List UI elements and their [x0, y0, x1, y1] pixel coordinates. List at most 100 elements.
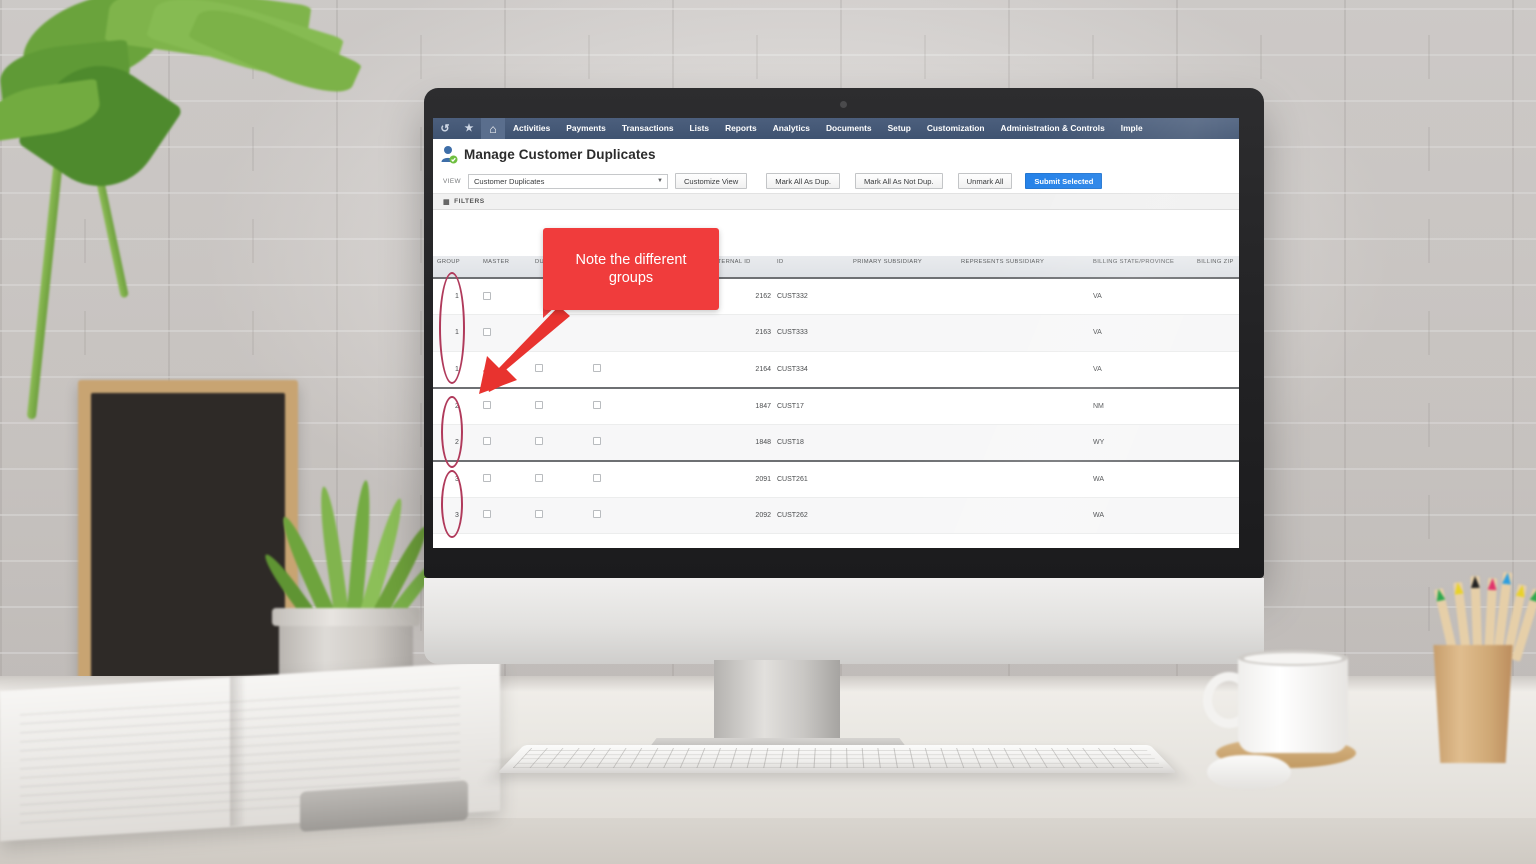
- cell-primary-subsidiary: [849, 497, 957, 534]
- nav-item-lists[interactable]: Lists: [682, 118, 718, 139]
- annotation-callout: Note the different groups: [543, 228, 719, 310]
- shortcuts-star-icon[interactable]: ★: [457, 118, 481, 139]
- cell-primary-subsidiary: [849, 277, 957, 315]
- cell-not-dup[interactable]: [589, 424, 651, 461]
- cell-represents-subsidiary: [957, 277, 1089, 315]
- cell-billing-zip: 24482: [1193, 314, 1239, 352]
- cell-id: CUST261: [773, 459, 849, 498]
- monitor-stand-neck: [714, 660, 840, 744]
- not-dup-checkbox[interactable]: [593, 437, 601, 445]
- nav-item-setup[interactable]: Setup: [880, 118, 919, 139]
- table-row[interactable]: 2 1848 CUST18 WY 82901 No: [433, 424, 1239, 461]
- cell-group: 3: [433, 497, 479, 534]
- master-checkbox[interactable]: [483, 401, 491, 409]
- nav-item-documents[interactable]: Documents: [818, 118, 880, 139]
- computer-mouse[interactable]: [1207, 755, 1291, 789]
- cell-billing-state: VA: [1089, 314, 1193, 352]
- table-row[interactable]: 3 2092 CUST262 WA 98004 Yes: [433, 497, 1239, 534]
- cell-master[interactable]: [479, 424, 531, 461]
- cell-not-dup[interactable]: [589, 459, 651, 498]
- customize-view-button[interactable]: Customize View: [674, 173, 748, 189]
- cell-blank: [651, 424, 707, 461]
- cell-blank: [651, 314, 707, 352]
- nav-item-administration[interactable]: Administration & Controls: [993, 118, 1113, 139]
- nav-item-reports[interactable]: Reports: [717, 118, 765, 139]
- cell-master[interactable]: [479, 459, 531, 498]
- master-checkbox[interactable]: [483, 437, 491, 445]
- cell-primary-subsidiary: [849, 314, 957, 352]
- col-represents-subsidiary[interactable]: REPRESENTS SUBSIDIARY: [957, 256, 1089, 279]
- cell-dup[interactable]: [531, 424, 589, 461]
- cell-primary-subsidiary: [849, 386, 957, 425]
- nav-item-payments[interactable]: Payments: [558, 118, 614, 139]
- col-group[interactable]: GROUP: [433, 256, 479, 279]
- cell-billing-zip: 24482: [1193, 277, 1239, 315]
- cell-not-dup[interactable]: [589, 351, 651, 388]
- cell-represents-subsidiary: [957, 424, 1089, 461]
- master-checkbox[interactable]: [483, 510, 491, 519]
- dup-checkbox[interactable]: [535, 401, 543, 409]
- master-checkbox[interactable]: [483, 474, 491, 482]
- unmark-all-button[interactable]: Unmark All: [957, 173, 1013, 189]
- mug-interior: [1244, 653, 1342, 664]
- coffee-mug: [1238, 655, 1348, 753]
- col-billing-state[interactable]: BILLING STATE/PROVINCE: [1089, 256, 1193, 279]
- action-toolbar: VIEW Customer Duplicates ▼ Customize Vie…: [433, 169, 1239, 193]
- cell-billing-zip: 98004: [1193, 459, 1239, 498]
- cell-dup[interactable]: [531, 459, 589, 498]
- col-billing-zip[interactable]: BILLING ZIP: [1193, 256, 1239, 279]
- nav-item-customization[interactable]: Customization: [919, 118, 993, 139]
- filters-bar[interactable]: ▦ FILTERS: [433, 193, 1239, 210]
- filters-label: FILTERS: [454, 198, 485, 205]
- cell-not-dup[interactable]: [589, 497, 651, 534]
- cell-not-dup[interactable]: [589, 386, 651, 425]
- cell-blank: [651, 351, 707, 388]
- dup-checkbox[interactable]: [535, 510, 543, 519]
- not-dup-checkbox[interactable]: [593, 510, 601, 519]
- col-id[interactable]: ID: [773, 256, 849, 279]
- global-nav-bar: ↺ ★ ⌂ Activities Payments Transactions L…: [433, 118, 1239, 139]
- nav-item-activities[interactable]: Activities: [505, 118, 558, 139]
- not-dup-checkbox[interactable]: [593, 474, 601, 482]
- dup-checkbox[interactable]: [535, 437, 543, 445]
- nav-item-analytics[interactable]: Analytics: [765, 118, 818, 139]
- cell-blank: [651, 459, 707, 498]
- cell-billing-state: WA: [1089, 497, 1193, 534]
- dup-checkbox[interactable]: [535, 474, 543, 482]
- cell-billing-state: NM: [1089, 386, 1193, 425]
- mark-all-as-dup-button[interactable]: Mark All As Dup.: [766, 173, 840, 189]
- view-select-value: Customer Duplicates: [473, 176, 545, 186]
- keyboard[interactable]: [497, 745, 1177, 774]
- monitor-chin: [424, 578, 1264, 664]
- cell-represents-subsidiary: [957, 386, 1089, 425]
- nav-item-transactions[interactable]: Transactions: [614, 118, 682, 139]
- page-title: Manage Customer Duplicates: [464, 146, 656, 162]
- cell-represents-subsidiary: [957, 497, 1089, 534]
- filters-icon: ▦: [443, 198, 451, 206]
- cell-group: 2: [433, 424, 479, 461]
- col-primary-subsidiary[interactable]: PRIMARY SUBSIDIARY: [849, 256, 957, 279]
- cell-master[interactable]: [479, 497, 531, 534]
- view-select[interactable]: Customer Duplicates ▼: [467, 173, 668, 189]
- mark-all-as-not-dup-button[interactable]: Mark All As Not Dup.: [854, 173, 943, 189]
- table-row[interactable]: 3 2091 CUST261 WA 98004 No: [433, 459, 1239, 498]
- cell-primary-subsidiary: [849, 351, 957, 388]
- nav-item-implementation[interactable]: Imple: [1113, 118, 1151, 139]
- chalkboard-surface: [91, 393, 285, 697]
- col-master[interactable]: MASTER: [479, 256, 531, 279]
- cell-billing-zip: 24482: [1193, 351, 1239, 388]
- cell-not-dup[interactable]: [589, 314, 651, 352]
- cell-represents-subsidiary: [957, 459, 1089, 498]
- not-dup-checkbox[interactable]: [593, 364, 601, 372]
- cell-blank: [651, 497, 707, 534]
- master-checkbox[interactable]: [483, 291, 491, 300]
- submit-selected-button[interactable]: Submit Selected: [1025, 173, 1103, 189]
- cell-dup[interactable]: [531, 497, 589, 534]
- not-dup-checkbox[interactable]: [593, 401, 601, 409]
- cell-id: CUST333: [773, 314, 849, 352]
- home-icon[interactable]: ⌂: [481, 118, 505, 139]
- cell-primary-subsidiary: [849, 459, 957, 498]
- book-spine: [230, 675, 246, 827]
- recent-icon[interactable]: ↺: [433, 118, 457, 139]
- keyboard-keys: [512, 748, 1164, 769]
